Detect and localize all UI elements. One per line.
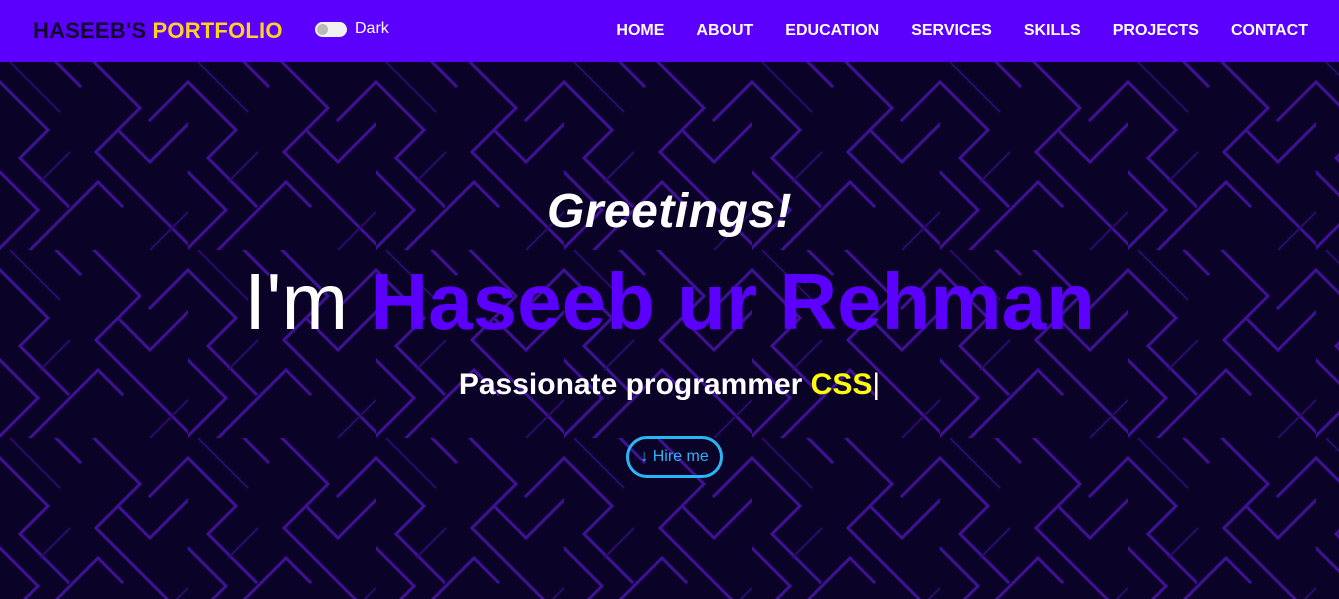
tagline-typed-word: CSS [810, 368, 873, 401]
typed-tagline: Passionate programmer CSS| [0, 366, 1339, 404]
dark-mode-toggle[interactable]: Dark [315, 20, 389, 38]
nav-item-about[interactable]: ABOUT [696, 22, 753, 39]
intro-heading: I'm Haseeb ur Rehman [0, 256, 1339, 348]
nav-item-home[interactable]: HOME [616, 22, 664, 39]
arrow-down-icon: ↓ [640, 448, 649, 465]
intro-prefix: I'm [243, 257, 349, 346]
top-navbar: HASEEB'S PORTFOLIO Dark HOME ABOUT EDUCA… [0, 0, 1339, 62]
hero-section: Greetings! I'm Haseeb ur Rehman Passiona… [0, 62, 1339, 599]
toggle-track[interactable] [315, 21, 347, 37]
nav-item-services[interactable]: SERVICES [911, 22, 992, 39]
nav-item-contact[interactable]: CONTACT [1231, 22, 1308, 39]
brand-second-word: PORTFOLIO [152, 18, 283, 43]
nav-item-projects[interactable]: PROJECTS [1113, 22, 1199, 39]
brand-logo[interactable]: HASEEB'S PORTFOLIO [33, 17, 283, 45]
hire-me-button[interactable]: ↓ Hire me [626, 436, 723, 478]
hire-me-label: Hire me [652, 448, 709, 465]
toggle-knob [317, 23, 328, 35]
nav-item-skills[interactable]: SKILLS [1024, 22, 1081, 39]
hero-content: Greetings! I'm Haseeb ur Rehman Passiona… [0, 62, 1339, 599]
tagline-prefix: Passionate programmer [458, 368, 803, 401]
typing-cursor: | [872, 368, 881, 401]
owner-name: Haseeb ur Rehman [370, 257, 1096, 346]
dark-mode-label: Dark [355, 20, 389, 37]
nav-item-education[interactable]: EDUCATION [785, 22, 879, 39]
nav-menu: HOME ABOUT EDUCATION SERVICES SKILLS PRO… [616, 21, 1308, 41]
greeting-heading: Greetings! [546, 185, 793, 238]
brand-first-word: HASEEB'S [33, 18, 147, 43]
